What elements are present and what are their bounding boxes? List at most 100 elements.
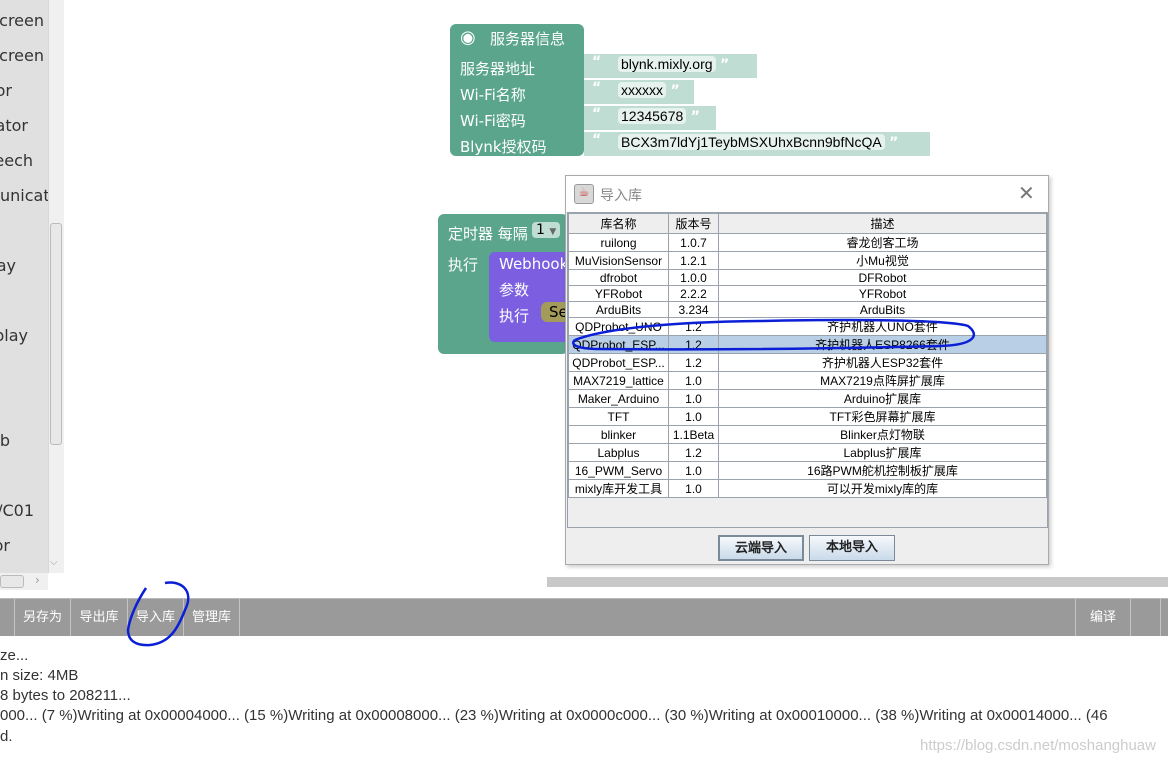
text-value[interactable]: BCX3m7ldYj1TeybMSXUhxBcnn9bfNcQA <box>618 134 885 150</box>
toolbox-item[interactable]: or <box>0 536 10 555</box>
library-row[interactable]: dfrobot 1.0.0 DFRobot <box>568 269 1047 286</box>
library-row[interactable]: YFRobot 2.2.2 YFRobot <box>568 285 1047 302</box>
library-name: blinker <box>568 425 669 444</box>
library-row[interactable]: QDProbot_UNO 1.2 齐护机器人UNO套件 <box>568 317 1047 336</box>
interval-dropdown[interactable]: 1 ▼ <box>532 222 561 238</box>
text-value[interactable]: blynk.mixly.org <box>618 56 716 72</box>
library-description: YFRobot <box>718 285 1047 302</box>
toolbox-item[interactable]: unicate <box>0 186 48 205</box>
dialog-title: 导入库 <box>600 188 642 204</box>
toolbar-button[interactable] <box>1131 599 1161 636</box>
console-line: n size: 4MB <box>0 667 79 684</box>
library-description: Labplus扩展库 <box>718 443 1047 462</box>
library-description: 睿龙创客工场 <box>718 233 1047 252</box>
library-description: 可以开发mixly库的库 <box>718 479 1047 498</box>
text-value[interactable]: xxxxxx <box>618 82 666 98</box>
library-row[interactable]: MuVisionSensor 1.2.1 小Mu视觉 <box>568 251 1047 270</box>
java-icon: ☕ <box>574 184 594 204</box>
console-line: 000... (7 %)Writing at 0x00004000... (15… <box>0 707 1108 724</box>
toolbox-item[interactable]: creen <box>0 46 44 65</box>
block-label: 参数 <box>499 281 530 299</box>
library-row[interactable]: 16_PWM_Servo 1.0 16路PWM舵机控制板扩展库 <box>568 461 1047 480</box>
library-version: 1.2 <box>668 353 719 372</box>
library-table: 库名称 版本号 描述 ruilong 1.0.7 睿龙创客工场 MuVisionSen… <box>568 213 1047 498</box>
server-address-field[interactable]: “blynk.mixly.org ” <box>584 54 757 78</box>
library-row[interactable]: TFT 1.0 TFT彩色屏幕扩展库 <box>568 407 1047 426</box>
column-header-description[interactable]: 描述 <box>718 213 1047 234</box>
library-version: 1.2 <box>668 317 719 336</box>
toolbox-item[interactable]: ator <box>0 116 28 135</box>
toolbox-item[interactable]: ay <box>0 256 16 275</box>
field-label: Blynk授权码 <box>460 138 547 156</box>
library-row[interactable]: mixly库开发工具 1.0 可以开发mixly库的库 <box>568 479 1047 498</box>
library-version: 1.2 <box>668 443 719 462</box>
library-name: QDProbot_ESP... <box>568 353 669 372</box>
library-version: 1.1Beta <box>668 425 719 444</box>
library-row[interactable]: blinker 1.1Beta Blinker点灯物联 <box>568 425 1047 444</box>
library-description: Arduino扩展库 <box>718 389 1047 408</box>
blynk-auth-field[interactable]: “BCX3m7ldYj1TeybMSXUhxBcnn9bfNcQA ” <box>584 132 930 156</box>
toolbox-item[interactable]: or <box>0 81 12 100</box>
wifi-password-field[interactable]: “12345678 ” <box>584 106 716 130</box>
dialog-titlebar: ☕ 导入库 ✕ <box>566 176 1048 212</box>
export-library-button[interactable]: 导出库 <box>71 599 128 636</box>
field-label: Wi-Fi名称 <box>460 86 526 104</box>
save-as-button[interactable]: 另存为 <box>15 599 71 636</box>
wifi-name-field[interactable]: “xxxxxx ” <box>584 80 694 104</box>
library-description: ArduBits <box>718 301 1047 318</box>
server-info-block[interactable]: ◉ 服务器信息 服务器地址 Wi-Fi名称 Wi-Fi密码 Blynk授权码 <box>450 24 584 156</box>
library-row[interactable]: ruilong 1.0.7 睿龙创客工场 <box>568 233 1047 252</box>
library-description: DFRobot <box>718 269 1047 286</box>
library-version: 1.0 <box>668 479 719 498</box>
manage-library-button[interactable]: 管理库 <box>184 599 240 636</box>
scroll-right-icon[interactable]: › <box>35 573 40 587</box>
scrollbar-thumb[interactable] <box>50 223 62 445</box>
library-name: Maker_Arduino <box>568 389 669 408</box>
compile-button[interactable]: 编译 <box>1075 599 1131 636</box>
local-import-button[interactable]: 本地导入 <box>809 535 895 561</box>
column-header-version[interactable]: 版本号 <box>668 213 719 234</box>
import-library-dialog: ☕ 导入库 ✕ 库名称 版本号 描述 ruilong 1.0.7 睿龙创客工场 MuV… <box>565 175 1049 565</box>
console-line: d. <box>0 728 13 745</box>
library-row[interactable]: Labplus 1.2 Labplus扩展库 <box>568 443 1047 462</box>
library-description: 小Mu视觉 <box>718 251 1047 270</box>
close-icon[interactable]: ✕ <box>1018 181 1035 205</box>
import-library-button[interactable]: 导入库 <box>128 599 184 636</box>
toolbox-item[interactable]: b <box>0 431 10 450</box>
toolbox-item[interactable]: play <box>0 326 28 345</box>
library-row[interactable]: QDProbot_ESP... 1.2 齐护机器人ESP8266套件 <box>568 335 1047 354</box>
library-version: 2.2.2 <box>668 285 719 302</box>
text-value[interactable]: 12345678 <box>618 108 687 124</box>
library-row[interactable]: ArduBits 3.234 ArduBits <box>568 301 1047 318</box>
library-version: 1.2 <box>668 335 719 354</box>
block-label: 定时器 每隔 <box>448 225 528 243</box>
cloud-import-button[interactable]: 云端导入 <box>718 535 804 561</box>
library-version: 1.0 <box>668 461 719 480</box>
library-version: 1.0 <box>668 389 719 408</box>
library-description: 齐护机器人ESP32套件 <box>718 353 1047 372</box>
library-description: TFT彩色屏幕扩展库 <box>718 407 1047 426</box>
toolbox-item[interactable]: /C01 <box>0 501 34 520</box>
library-version: 1.0 <box>668 407 719 426</box>
toolbox-item[interactable]: eech <box>0 151 33 170</box>
block-label: 执行 <box>448 256 479 274</box>
library-row[interactable]: MAX7219_lattice 1.0 MAX7219点阵屏扩展库 <box>568 371 1047 390</box>
library-row[interactable]: Maker_Arduino 1.0 Arduino扩展库 <box>568 389 1047 408</box>
library-row[interactable]: QDProbot_ESP... 1.2 齐护机器人ESP32套件 <box>568 353 1047 372</box>
library-name: ArduBits <box>568 301 669 318</box>
library-name: dfrobot <box>568 269 669 286</box>
webhook-block[interactable]: Webhook 参数 执行 Se <box>489 252 571 342</box>
column-header-name[interactable]: 库名称 <box>568 213 669 234</box>
scroll-down-icon[interactable]: ⌵ <box>50 557 58 568</box>
save-button[interactable]: 存 <box>0 599 15 636</box>
toolbox-item[interactable]: creen <box>0 11 44 30</box>
library-name: mixly库开发工具 <box>568 479 669 498</box>
library-name: TFT <box>568 407 669 426</box>
workspace-horizontal-scrollbar[interactable] <box>547 577 1168 587</box>
block-title: Webhook <box>499 255 569 273</box>
block-label: 执行 <box>499 307 530 325</box>
library-name: 16_PWM_Servo <box>568 461 669 480</box>
library-name: QDProbot_UNO <box>568 317 669 336</box>
bottom-toolbar: 存 另存为 导出库 导入库 管理库 编译 <box>0 598 1168 636</box>
scrollbar-thumb[interactable] <box>0 575 24 588</box>
